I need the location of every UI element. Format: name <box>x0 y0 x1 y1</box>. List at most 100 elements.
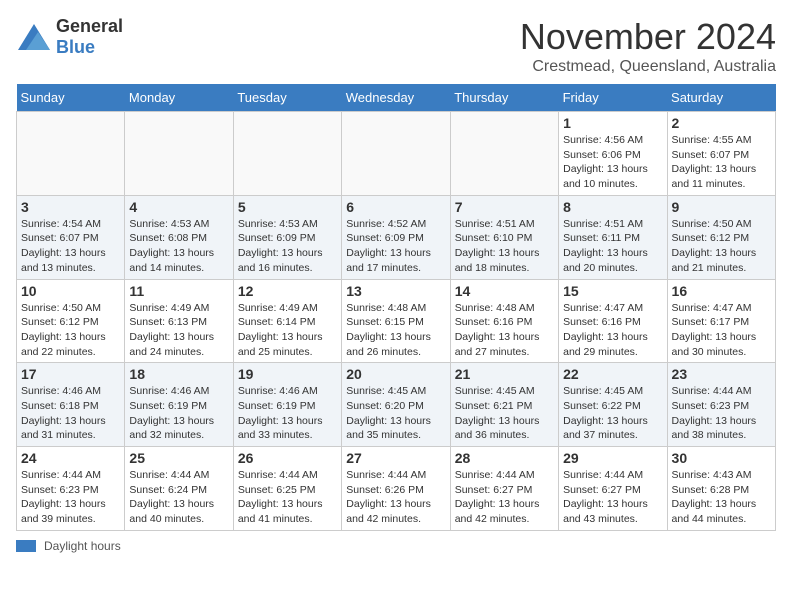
calendar-cell <box>342 112 450 196</box>
calendar-cell: 19 Sunrise: 4:46 AMSunset: 6:19 PMDayligh… <box>233 363 341 447</box>
calendar-cell: 20Sunrise: 4:45 AMSunset: 6:20 PMDayligh… <box>342 363 450 447</box>
day-header-tuesday: Tuesday <box>233 84 341 112</box>
day-number: 23 <box>672 366 771 382</box>
day-header-thursday: Thursday <box>450 84 558 112</box>
calendar-cell: 6 Sunrise: 4:52 AMSunset: 6:09 PMDaylight… <box>342 195 450 279</box>
month-title: November 2024 <box>520 16 776 58</box>
calendar-cell: 29Sunrise: 4:44 AMSunset: 6:27 PMDayligh… <box>559 447 667 531</box>
calendar-cell: 5 Sunrise: 4:53 AMSunset: 6:09 PMDaylight… <box>233 195 341 279</box>
legend-color-box <box>16 540 36 552</box>
day-number: 10 <box>21 283 120 299</box>
calendar-cell: 10Sunrise: 4:50 AMSunset: 6:12 PMDayligh… <box>17 279 125 363</box>
calendar-cell: 27 Sunrise: 4:44 AMSunset: 6:26 PMDayligh… <box>342 447 450 531</box>
day-info: Sunrise: 4:44 AMSunset: 6:23 PMDaylight:… <box>21 468 120 527</box>
day-number: 1 <box>563 115 662 131</box>
day-info: Sunrise: 4:55 AMSunset: 6:07 PMDaylight:… <box>672 133 771 192</box>
day-number: 28 <box>455 450 554 466</box>
calendar-cell <box>17 112 125 196</box>
calendar-week-5: 24 Sunrise: 4:44 AMSunset: 6:23 PMDayligh… <box>17 447 776 531</box>
title-area: November 2024 Crestmead, Queensland, Aus… <box>520 16 776 76</box>
calendar-cell: 2 Sunrise: 4:55 AMSunset: 6:07 PMDaylight… <box>667 112 775 196</box>
day-info: Sunrise: 4:46 AMSunset: 6:19 PMDaylight:… <box>238 384 337 443</box>
calendar-week-1: 1Sunrise: 4:56 AMSunset: 6:06 PMDaylight… <box>17 112 776 196</box>
day-number: 2 <box>672 115 771 131</box>
calendar-cell: 7Sunrise: 4:51 AMSunset: 6:10 PMDaylight… <box>450 195 558 279</box>
calendar-cell: 3 Sunrise: 4:54 AMSunset: 6:07 PMDaylight… <box>17 195 125 279</box>
day-info: Sunrise: 4:54 AMSunset: 6:07 PMDaylight:… <box>21 217 120 276</box>
day-number: 8 <box>563 199 662 215</box>
day-info: Sunrise: 4:48 AMSunset: 6:16 PMDaylight:… <box>455 301 554 360</box>
day-info: Sunrise: 4:45 AMSunset: 6:21 PMDaylight:… <box>455 384 554 443</box>
calendar-cell: 28 Sunrise: 4:44 AMSunset: 6:27 PMDayligh… <box>450 447 558 531</box>
logo: General Blue <box>16 16 123 58</box>
day-header-saturday: Saturday <box>667 84 775 112</box>
day-number: 26 <box>238 450 337 466</box>
calendar-cell <box>233 112 341 196</box>
location-title: Crestmead, Queensland, Australia <box>520 58 776 76</box>
calendar-week-3: 10Sunrise: 4:50 AMSunset: 6:12 PMDayligh… <box>17 279 776 363</box>
header: General Blue November 2024 Crestmead, Qu… <box>16 16 776 76</box>
day-info: Sunrise: 4:50 AMSunset: 6:12 PMDaylight:… <box>672 217 771 276</box>
calendar-cell: 17Sunrise: 4:46 AMSunset: 6:18 PMDayligh… <box>17 363 125 447</box>
day-number: 7 <box>455 199 554 215</box>
day-info: Sunrise: 4:48 AMSunset: 6:15 PMDaylight:… <box>346 301 445 360</box>
day-number: 19 <box>238 366 337 382</box>
logo-text-blue: Blue <box>56 37 95 57</box>
calendar-cell: 14 Sunrise: 4:48 AMSunset: 6:16 PMDayligh… <box>450 279 558 363</box>
logo-icon <box>16 22 52 52</box>
calendar-cell: 22Sunrise: 4:45 AMSunset: 6:22 PMDayligh… <box>559 363 667 447</box>
day-number: 6 <box>346 199 445 215</box>
day-info: Sunrise: 4:46 AMSunset: 6:19 PMDaylight:… <box>129 384 228 443</box>
day-info: Sunrise: 4:53 AMSunset: 6:08 PMDaylight:… <box>129 217 228 276</box>
day-info: Sunrise: 4:44 AMSunset: 6:24 PMDaylight:… <box>129 468 228 527</box>
calendar-cell: 11Sunrise: 4:49 AMSunset: 6:13 PMDayligh… <box>125 279 233 363</box>
day-header-wednesday: Wednesday <box>342 84 450 112</box>
day-info: Sunrise: 4:49 AMSunset: 6:14 PMDaylight:… <box>238 301 337 360</box>
calendar-cell: 16 Sunrise: 4:47 AMSunset: 6:17 PMDayligh… <box>667 279 775 363</box>
calendar-cell: 13 Sunrise: 4:48 AMSunset: 6:15 PMDayligh… <box>342 279 450 363</box>
day-number: 15 <box>563 283 662 299</box>
day-number: 14 <box>455 283 554 299</box>
calendar-cell: 23 Sunrise: 4:44 AMSunset: 6:23 PMDayligh… <box>667 363 775 447</box>
day-number: 20 <box>346 366 445 382</box>
day-number: 24 <box>21 450 120 466</box>
day-info: Sunrise: 4:46 AMSunset: 6:18 PMDaylight:… <box>21 384 120 443</box>
day-number: 9 <box>672 199 771 215</box>
calendar-cell: 8 Sunrise: 4:51 AMSunset: 6:11 PMDaylight… <box>559 195 667 279</box>
calendar-cell: 15 Sunrise: 4:47 AMSunset: 6:16 PMDayligh… <box>559 279 667 363</box>
calendar-cell: 12 Sunrise: 4:49 AMSunset: 6:14 PMDayligh… <box>233 279 341 363</box>
day-number: 22 <box>563 366 662 382</box>
calendar-table: SundayMondayTuesdayWednesdayThursdayFrid… <box>16 84 776 531</box>
calendar-week-2: 3 Sunrise: 4:54 AMSunset: 6:07 PMDaylight… <box>17 195 776 279</box>
day-number: 16 <box>672 283 771 299</box>
day-number: 27 <box>346 450 445 466</box>
calendar-cell <box>450 112 558 196</box>
day-number: 5 <box>238 199 337 215</box>
day-header-friday: Friday <box>559 84 667 112</box>
day-number: 25 <box>129 450 228 466</box>
day-number: 29 <box>563 450 662 466</box>
day-info: Sunrise: 4:47 AMSunset: 6:17 PMDaylight:… <box>672 301 771 360</box>
calendar-cell: 26 Sunrise: 4:44 AMSunset: 6:25 PMDayligh… <box>233 447 341 531</box>
day-header-monday: Monday <box>125 84 233 112</box>
day-info: Sunrise: 4:44 AMSunset: 6:25 PMDaylight:… <box>238 468 337 527</box>
calendar-cell: 25 Sunrise: 4:44 AMSunset: 6:24 PMDayligh… <box>125 447 233 531</box>
day-number: 3 <box>21 199 120 215</box>
calendar-cell: 9 Sunrise: 4:50 AMSunset: 6:12 PMDaylight… <box>667 195 775 279</box>
day-info: Sunrise: 4:51 AMSunset: 6:11 PMDaylight:… <box>563 217 662 276</box>
day-number: 4 <box>129 199 228 215</box>
day-info: Sunrise: 4:52 AMSunset: 6:09 PMDaylight:… <box>346 217 445 276</box>
day-number: 13 <box>346 283 445 299</box>
day-info: Sunrise: 4:44 AMSunset: 6:26 PMDaylight:… <box>346 468 445 527</box>
day-header-sunday: Sunday <box>17 84 125 112</box>
calendar-cell: 24 Sunrise: 4:44 AMSunset: 6:23 PMDayligh… <box>17 447 125 531</box>
day-info: Sunrise: 4:53 AMSunset: 6:09 PMDaylight:… <box>238 217 337 276</box>
day-info: Sunrise: 4:44 AMSunset: 6:23 PMDaylight:… <box>672 384 771 443</box>
day-number: 21 <box>455 366 554 382</box>
day-number: 30 <box>672 450 771 466</box>
calendar-cell: 1Sunrise: 4:56 AMSunset: 6:06 PMDaylight… <box>559 112 667 196</box>
day-number: 18 <box>129 366 228 382</box>
day-number: 12 <box>238 283 337 299</box>
day-info: Sunrise: 4:44 AMSunset: 6:27 PMDaylight:… <box>455 468 554 527</box>
day-info: Sunrise: 4:47 AMSunset: 6:16 PMDaylight:… <box>563 301 662 360</box>
